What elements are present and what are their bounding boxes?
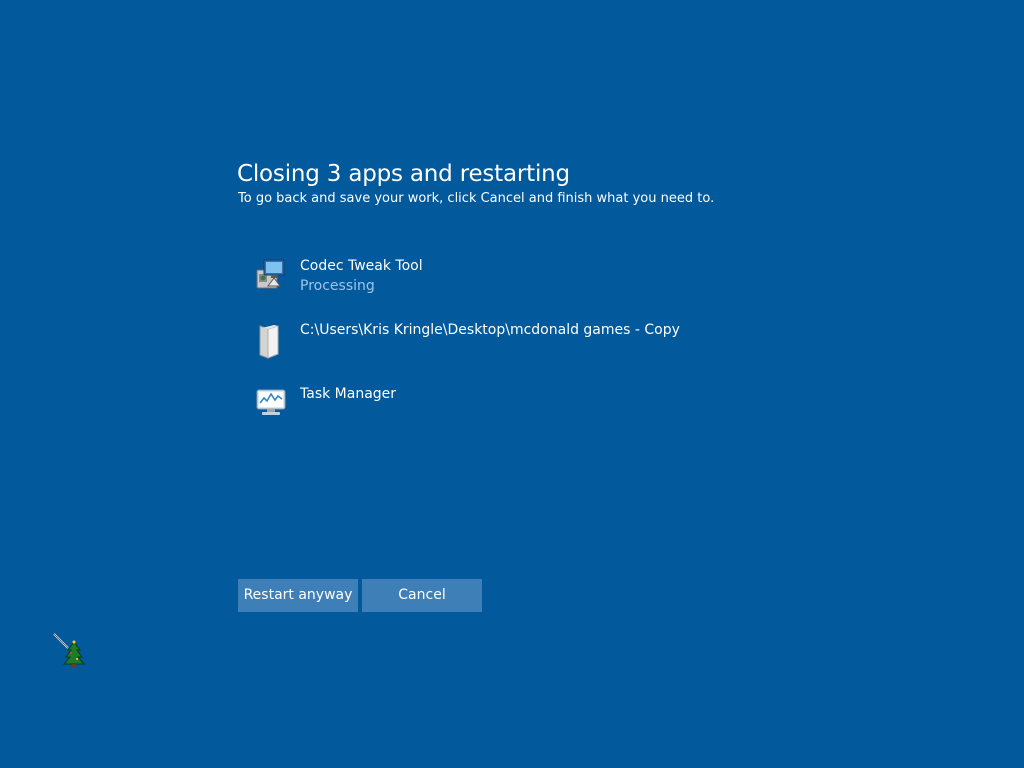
cancel-button[interactable]: Cancel — [362, 579, 482, 612]
task-manager-icon — [254, 384, 288, 418]
list-item: Codec Tweak Tool Processing — [254, 256, 774, 320]
app-name: C:\Users\Kris Kringle\Desktop\mcdonald g… — [300, 322, 680, 338]
list-item: Task Manager — [254, 384, 774, 448]
restart-anyway-button[interactable]: Restart anyway — [238, 579, 358, 612]
list-item: C:\Users\Kris Kringle\Desktop\mcdonald g… — [254, 320, 774, 384]
page-subtitle: To go back and save your work, click Can… — [238, 191, 715, 206]
app-name: Codec Tweak Tool — [300, 258, 423, 274]
restart-screen: Closing 3 apps and restarting To go back… — [0, 0, 1024, 768]
page-title: Closing 3 apps and restarting — [237, 161, 570, 187]
app-list: Codec Tweak Tool Processing C:\Users\Kri… — [254, 256, 774, 448]
installer-icon — [254, 256, 288, 290]
app-name: Task Manager — [300, 386, 397, 402]
folder-icon — [254, 320, 288, 359]
christmas-tree-cursor-icon — [50, 630, 90, 670]
app-status: Processing — [300, 278, 375, 294]
